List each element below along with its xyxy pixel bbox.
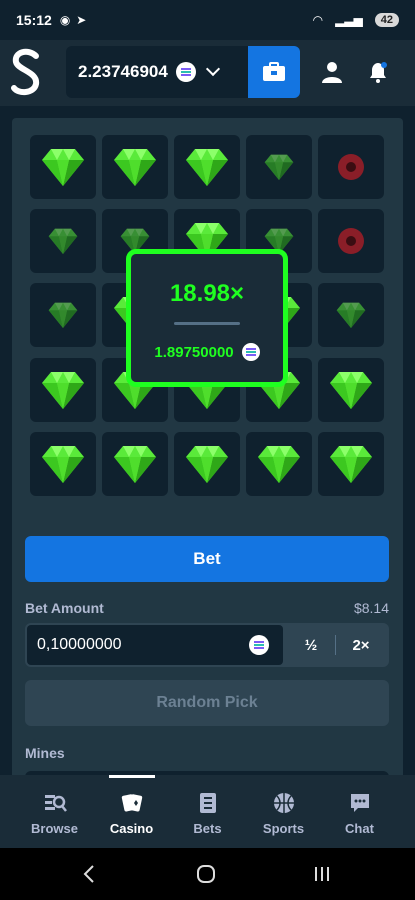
gem-icon — [186, 446, 228, 483]
mine-bomb-icon — [338, 228, 364, 254]
mine-tile[interactable] — [30, 135, 96, 199]
mine-tile[interactable] — [246, 432, 312, 496]
telegram-icon: ➤ — [76, 13, 87, 27]
bet-amount-label: Bet Amount — [25, 600, 104, 616]
signal-icon: ▂▃▅ — [335, 13, 363, 27]
recents-icon[interactable] — [310, 862, 334, 886]
divider — [174, 322, 240, 325]
mine-tile[interactable] — [318, 209, 384, 273]
gem-icon — [48, 228, 78, 254]
status-time: 15:12 — [16, 12, 52, 28]
nav-chat[interactable]: Chat — [318, 775, 401, 848]
nav-bets[interactable]: Bets — [166, 775, 249, 848]
bet-button[interactable]: Bet — [25, 536, 389, 582]
solana-coin-icon — [249, 635, 269, 655]
wallet-button[interactable] — [248, 46, 300, 98]
status-bar: 15:12 ◉ ➤ ◠ ▂▃▅ 42 — [0, 0, 415, 40]
casino-icon — [121, 794, 142, 812]
bet-amount-group: 0,10000000 ½ 2× — [25, 623, 389, 667]
nav-sports[interactable]: Sports — [242, 775, 325, 848]
win-multiplier: 18.98× — [169, 280, 245, 307]
mine-bomb-icon — [338, 154, 364, 180]
mine-tile[interactable] — [102, 432, 168, 496]
gem-icon — [186, 149, 228, 186]
bet-amount-value: 0,10000000 — [37, 636, 122, 653]
solana-coin-icon — [175, 62, 196, 82]
bell-icon[interactable] — [366, 60, 390, 84]
nav-label: Browse — [31, 821, 78, 836]
gem-icon — [336, 302, 366, 328]
win-popup: 18.98× 1.89750000 — [126, 249, 288, 387]
browse-icon — [44, 795, 67, 812]
sports-icon — [273, 793, 294, 813]
chevron-down-icon — [205, 61, 220, 77]
bottom-nav: Browse Casino Bets Sports Chat — [0, 775, 415, 848]
mine-tile[interactable] — [174, 432, 240, 496]
nav-label: Bets — [193, 821, 222, 836]
nav-label: Casino — [109, 821, 154, 836]
bet-amount-usd: $8.14 — [353, 600, 389, 616]
half-bet-button[interactable]: ½ — [287, 625, 335, 665]
win-payout: 1.89750000 — [131, 343, 283, 361]
mine-tile[interactable] — [30, 283, 96, 347]
gem-icon — [114, 446, 156, 483]
gem-icon — [42, 446, 84, 483]
chat-icon — [350, 794, 369, 812]
wallet-icon — [263, 62, 285, 81]
system-nav-bar — [0, 848, 415, 900]
gem-icon — [114, 149, 156, 186]
messenger-icon: ◉ — [59, 13, 71, 27]
bet-controls: Bet Bet Amount $8.14 0,10000000 ½ 2× Ran… — [12, 523, 403, 781]
balance-value: 2.23746904 — [78, 62, 168, 81]
gem-icon — [42, 372, 84, 409]
double-bet-button[interactable]: 2× — [337, 625, 385, 665]
gem-icon — [48, 302, 78, 328]
user-icon[interactable] — [320, 60, 344, 84]
nav-casino[interactable]: Casino — [90, 775, 173, 848]
mine-tile[interactable] — [102, 135, 168, 199]
mine-tile[interactable] — [30, 358, 96, 422]
battery-icon: 42 — [374, 13, 399, 27]
mine-tile[interactable] — [246, 135, 312, 199]
home-icon[interactable] — [194, 862, 218, 886]
stake-logo-icon[interactable] — [10, 48, 44, 98]
mine-tile[interactable] — [174, 135, 240, 199]
app-header: 2.23746904 — [0, 40, 415, 106]
mine-tile[interactable] — [30, 432, 96, 496]
solana-coin-icon — [241, 343, 260, 361]
mines-board: 18.98× 1.89750000 — [12, 118, 403, 523]
gem-icon — [258, 446, 300, 483]
mine-tile[interactable] — [318, 358, 384, 422]
nav-label: Sports — [262, 821, 305, 836]
gem-icon — [264, 154, 294, 180]
wifi-icon: ◠ — [312, 13, 324, 27]
back-icon[interactable] — [78, 862, 102, 886]
nav-browse[interactable]: Browse — [13, 775, 96, 848]
bet-amount-input[interactable]: 0,10000000 — [27, 625, 283, 665]
mine-tile[interactable] — [318, 432, 384, 496]
win-payout-value: 1.89750000 — [154, 343, 234, 361]
mine-tile[interactable] — [318, 283, 384, 347]
gem-icon — [42, 149, 84, 186]
gem-icon — [330, 446, 372, 483]
balance-selector[interactable]: 2.23746904 — [66, 46, 248, 98]
nav-label: Chat — [345, 821, 374, 836]
mine-tile[interactable] — [30, 209, 96, 273]
random-pick-button[interactable]: Random Pick — [25, 680, 389, 726]
bets-icon — [199, 793, 216, 813]
gem-icon — [330, 372, 372, 409]
divider — [335, 635, 336, 655]
mine-tile[interactable] — [318, 135, 384, 199]
mines-label: Mines — [25, 745, 65, 761]
